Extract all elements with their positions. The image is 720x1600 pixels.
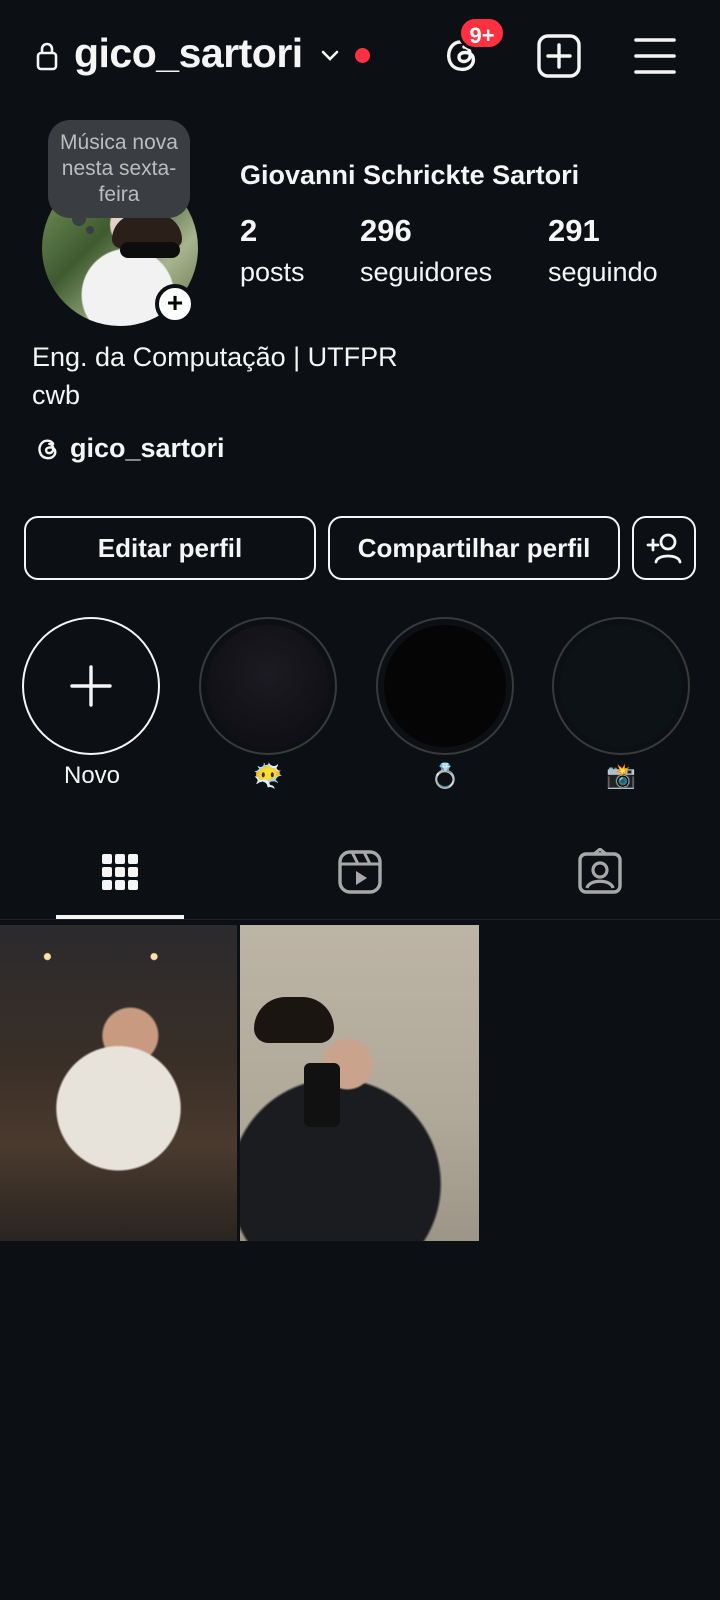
followers-stat[interactable]: 296 seguidores xyxy=(360,213,492,288)
posts-stat[interactable]: 2 posts xyxy=(240,213,305,288)
highlight-item[interactable] xyxy=(552,617,690,755)
new-highlight-button[interactable] xyxy=(22,617,160,755)
highlight-cover xyxy=(207,625,329,747)
thumb-hair xyxy=(254,997,334,1043)
plus-icon xyxy=(70,665,112,707)
bio-line-location: cwb xyxy=(32,380,81,410)
add-story-button[interactable]: + xyxy=(155,284,195,324)
share-profile-label: Compartilhar perfil xyxy=(357,532,591,563)
following-label: seguindo xyxy=(548,257,658,287)
highlight-item[interactable] xyxy=(199,617,337,755)
highlight-cover xyxy=(384,625,506,747)
followers-label: seguidores xyxy=(360,257,493,287)
following-count: 291 xyxy=(548,213,600,248)
chevron-down-icon[interactable] xyxy=(318,44,342,68)
thumb-phone xyxy=(304,1063,340,1127)
add-person-icon xyxy=(646,533,682,564)
discover-people-button[interactable] xyxy=(632,516,696,580)
highlight-label: Novo xyxy=(63,762,121,789)
post-thumbnail[interactable] xyxy=(0,925,237,1241)
notification-badge[interactable]: 9+ xyxy=(458,16,506,50)
highlight-item[interactable] xyxy=(376,617,514,755)
lock-icon xyxy=(36,42,58,71)
highlight-cover xyxy=(560,625,682,747)
edit-profile-button[interactable]: Editar perfil xyxy=(24,516,316,580)
avatar-glasses xyxy=(120,242,180,258)
posts-label: posts xyxy=(240,257,305,287)
reels-icon[interactable] xyxy=(336,848,384,896)
threads-handle: gico_sartori xyxy=(70,433,225,463)
highlight-label: 💍 xyxy=(430,763,460,790)
threads-icon xyxy=(38,439,57,459)
note-bubble[interactable]: Música nova nesta sexta-feira xyxy=(48,120,190,218)
highlight-label: 📸 xyxy=(606,763,636,790)
posts-count: 2 xyxy=(240,213,258,248)
note-bubble-tail-dot xyxy=(86,226,94,234)
followers-count: 296 xyxy=(360,213,412,248)
profile-username[interactable]: gico_sartori xyxy=(74,30,303,77)
grid-icon[interactable] xyxy=(96,848,144,896)
highlight-label: 😶‍🌫️ xyxy=(253,763,283,790)
share-profile-button[interactable]: Compartilhar perfil xyxy=(328,516,620,580)
tab-divider xyxy=(0,919,720,920)
menu-icon[interactable] xyxy=(634,36,676,76)
tagged-icon[interactable] xyxy=(576,848,624,896)
threads-profile-link[interactable]: gico_sartori xyxy=(34,433,225,464)
bio-line: Eng. da Computação | UTFPR xyxy=(32,342,398,372)
following-stat[interactable]: 291 seguindo xyxy=(548,213,658,288)
new-post-icon[interactable] xyxy=(537,34,581,78)
post-thumbnail[interactable] xyxy=(240,925,479,1241)
full-name: Giovanni Schrickte Sartori xyxy=(240,160,580,190)
edit-profile-label: Editar perfil xyxy=(97,532,243,563)
status-dot xyxy=(355,48,370,63)
